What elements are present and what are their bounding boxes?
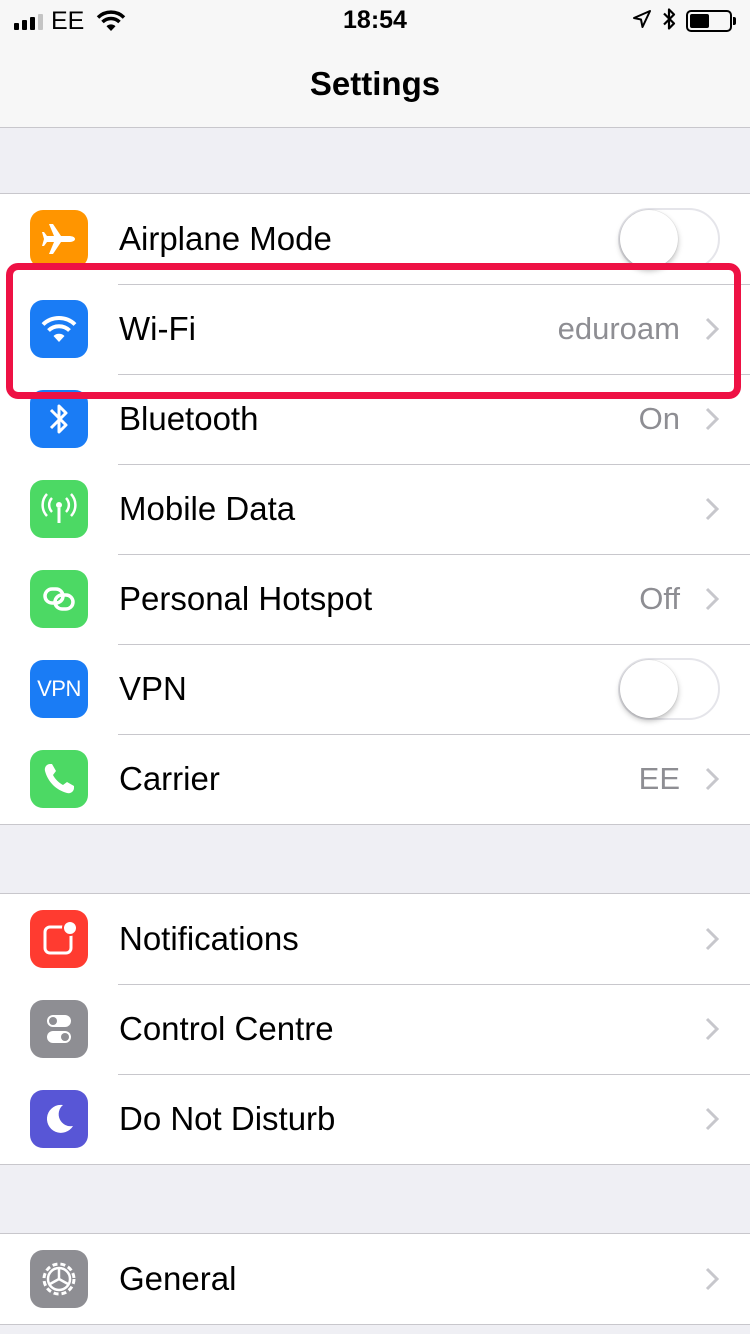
navigation-bar: Settings xyxy=(0,40,750,128)
settings-group-system: Notifications Control Centre Do Not Dist… xyxy=(0,893,750,1165)
settings-row-bluetooth[interactable]: Bluetooth On xyxy=(0,374,750,464)
settings-row-control-centre[interactable]: Control Centre xyxy=(0,984,750,1074)
settings-row-label: Control Centre xyxy=(119,1010,334,1047)
settings-row-general[interactable]: General xyxy=(0,1234,750,1324)
settings-row-label: Do Not Disturb xyxy=(119,1100,336,1137)
settings-row-label: Carrier xyxy=(119,760,220,797)
settings-row-mobile-data[interactable]: Mobile Data xyxy=(0,464,750,554)
chevron-right-icon xyxy=(705,1107,720,1131)
settings-row-label: Bluetooth xyxy=(119,400,259,437)
vpn-toggle[interactable] xyxy=(618,658,720,720)
control-centre-icon xyxy=(30,1000,88,1058)
settings-row-wifi[interactable]: Wi-Fi eduroam xyxy=(0,284,750,374)
notifications-icon xyxy=(30,910,88,968)
settings-row-label: Notifications xyxy=(119,920,299,957)
bluetooth-icon xyxy=(30,390,88,448)
settings-row-label: General xyxy=(119,1260,237,1297)
vpn-icon: VPN xyxy=(30,660,88,718)
settings-row-value: eduroam xyxy=(557,311,680,346)
settings-row-do-not-disturb[interactable]: Do Not Disturb xyxy=(0,1074,750,1164)
chevron-right-icon xyxy=(705,587,720,611)
chevron-right-icon xyxy=(705,767,720,791)
chevron-right-icon xyxy=(705,497,720,521)
settings-row-personal-hotspot[interactable]: Personal Hotspot Off xyxy=(0,554,750,644)
gear-icon xyxy=(30,1250,88,1308)
chevron-right-icon xyxy=(705,1017,720,1041)
phone-icon xyxy=(30,750,88,808)
chevron-right-icon xyxy=(705,927,720,951)
chevron-right-icon xyxy=(705,1267,720,1291)
settings-row-label: Personal Hotspot xyxy=(119,580,373,617)
settings-row-value: On xyxy=(638,401,680,436)
settings-row-value: EE xyxy=(638,761,680,796)
settings-row-value: Off xyxy=(639,581,680,616)
settings-group-connectivity: Airplane Mode Wi-Fi eduroam Bluetooth On… xyxy=(0,193,750,825)
chevron-right-icon xyxy=(705,317,720,341)
settings-group-general: General xyxy=(0,1233,750,1325)
settings-row-label: Mobile Data xyxy=(119,490,296,527)
settings-row-label: VPN xyxy=(119,670,187,707)
settings-row-notifications[interactable]: Notifications xyxy=(0,894,750,984)
settings-row-airplane-mode[interactable]: Airplane Mode xyxy=(0,194,750,284)
settings-row-carrier[interactable]: Carrier EE xyxy=(0,734,750,824)
status-bar: EE 18:54 xyxy=(0,0,750,40)
airplane-mode-toggle[interactable] xyxy=(618,208,720,270)
settings-row-label: Wi-Fi xyxy=(119,310,196,347)
settings-row-vpn[interactable]: VPN VPN xyxy=(0,644,750,734)
moon-icon xyxy=(30,1090,88,1148)
location-arrow-icon xyxy=(632,9,652,34)
wifi-icon xyxy=(30,300,88,358)
battery-icon xyxy=(686,10,736,32)
page-title: Settings xyxy=(309,65,441,102)
hotspot-icon xyxy=(30,570,88,628)
bluetooth-status-icon xyxy=(662,7,676,36)
antenna-icon xyxy=(30,480,88,538)
airplane-icon xyxy=(30,210,88,268)
chevron-right-icon xyxy=(705,407,720,431)
vpn-icon-text: VPN xyxy=(37,676,81,701)
settings-row-label: Airplane Mode xyxy=(119,220,332,257)
